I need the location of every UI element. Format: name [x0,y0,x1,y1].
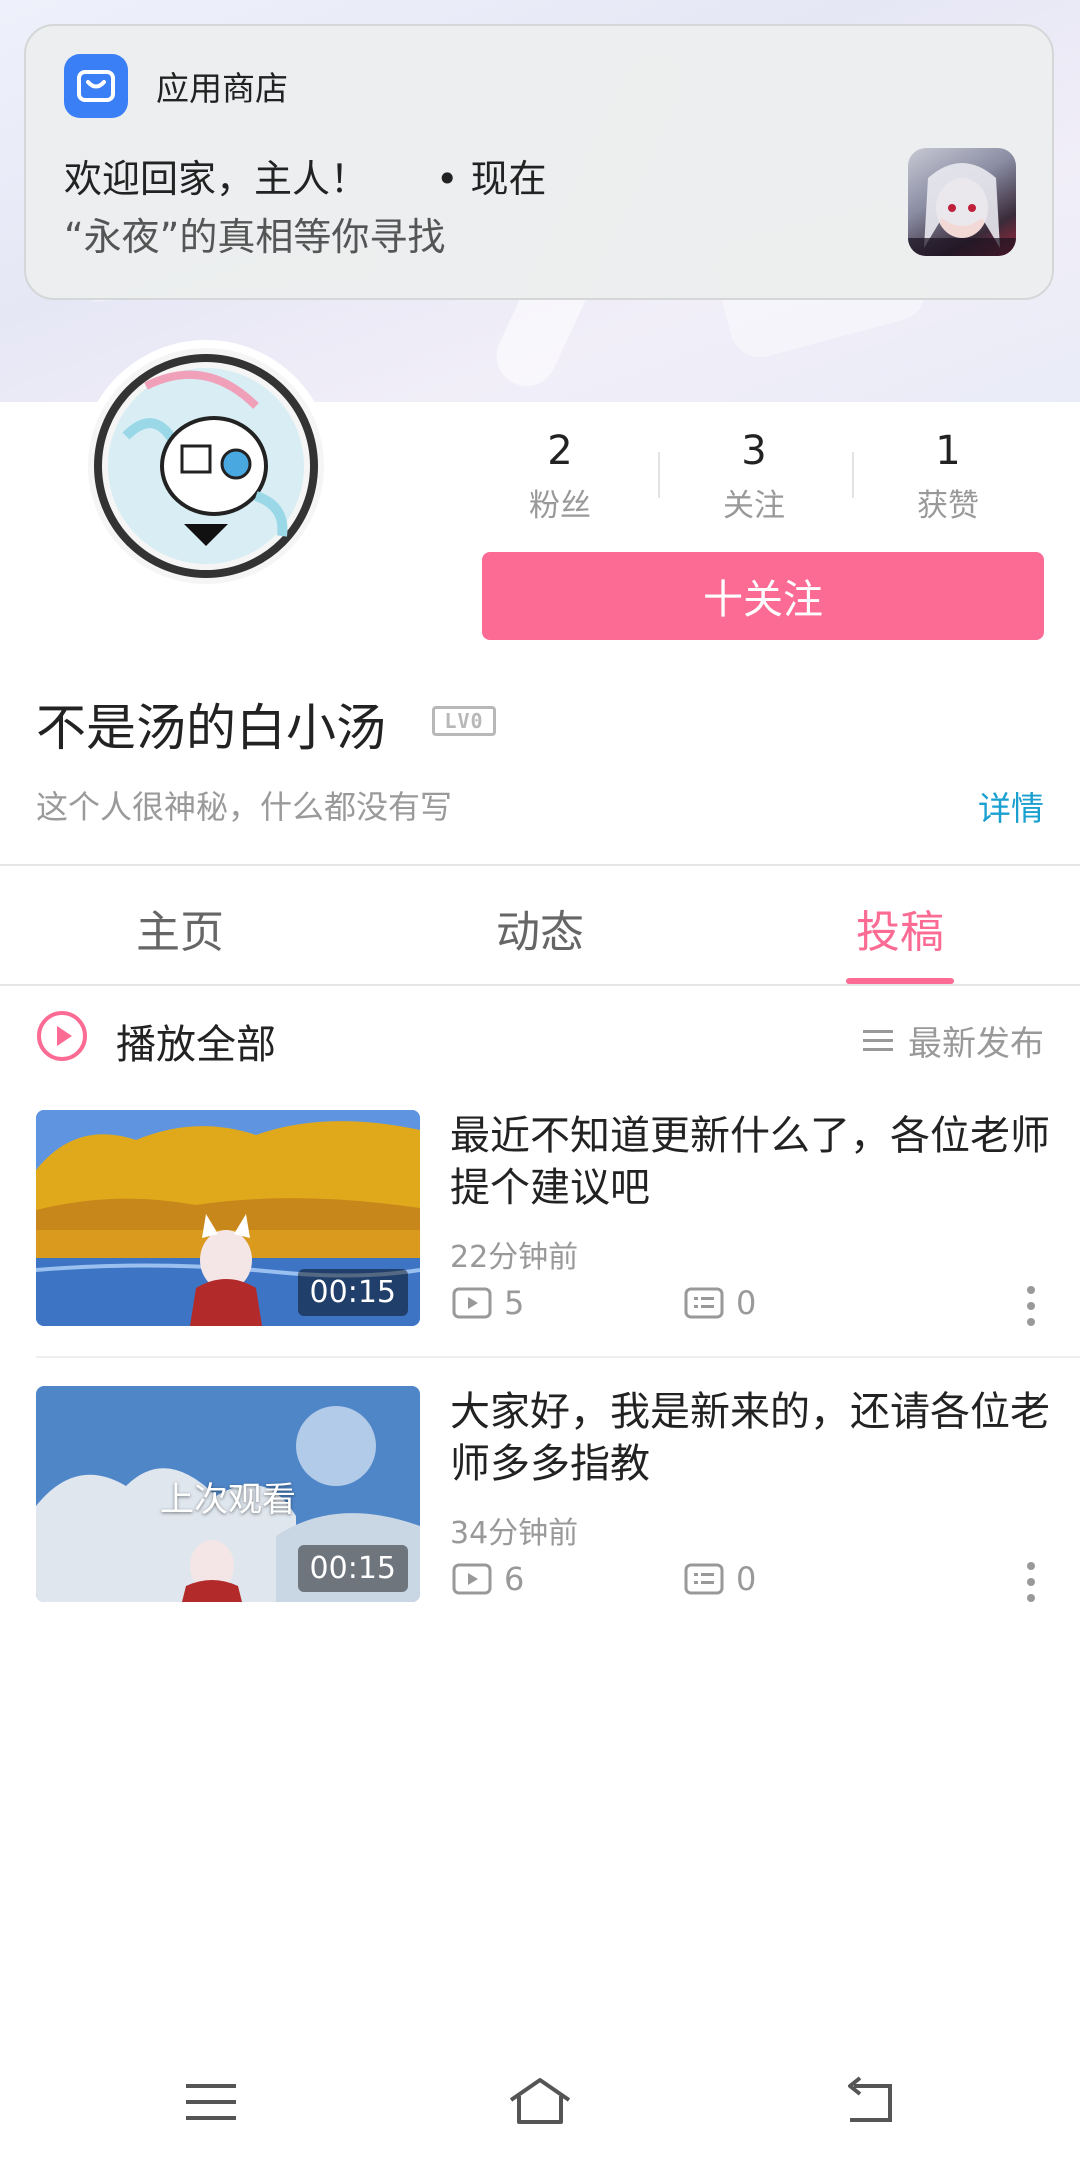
video-plays-count: 6 [504,1560,525,1598]
notification-time: • 现在 [436,157,547,201]
tab-home[interactable]: 主页 [0,896,360,960]
tab-divider [0,984,1080,986]
stat-likes[interactable]: 1 获赞 [868,428,1028,525]
video-comments: 0 [684,1560,756,1598]
video-item[interactable]: 00:15 最近不知道更新什么了，各位老师提个建议吧 22分钟前 5 0 [0,1110,1080,1330]
video-duration: 00:15 [297,1545,408,1592]
video-comments: 0 [684,1284,756,1322]
video-title[interactable]: 大家好，我是新来的，还请各位老师多多指教 [450,1386,1050,1490]
stat-likes-label: 获赞 [917,488,979,524]
menu-icon[interactable] [176,2072,246,2132]
stat-likes-count: 1 [935,428,961,474]
detail-link[interactable]: 详情 [978,782,1044,830]
avatar[interactable] [80,340,332,592]
list-icon [863,1029,893,1051]
play-count-icon [452,1287,492,1319]
video-duration: 00:15 [297,1269,408,1316]
video-thumbnail[interactable]: 00:15 [36,1110,420,1326]
sort-button[interactable]: 最新发布 [862,1016,1044,1065]
app-store-notification[interactable]: 应用商店 欢迎回家，主人！ • 现在 “永夜”的真相等你寻找 [24,24,1054,300]
more-icon[interactable] [1026,1286,1036,1326]
more-icon[interactable] [1026,1562,1036,1602]
last-watched-label: 上次观看 [160,1480,296,1520]
comment-icon [684,1287,724,1319]
bio: 这个人很神秘，什么都没有写 [36,788,453,826]
video-plays: 6 [452,1560,524,1598]
stat-divider [852,452,854,498]
level-badge: LV0 [432,706,496,736]
video-item[interactable]: 上次观看 00:15 大家好，我是新来的，还请各位老师多多指教 34分钟前 6 … [0,1386,1080,1606]
comment-icon [684,1563,724,1595]
video-comments-count: 0 [736,1284,757,1322]
video-comments-count: 0 [736,1560,757,1598]
tab-posts[interactable]: 投稿 [720,896,1080,960]
home-icon[interactable] [505,2072,575,2132]
app-store-icon [64,54,128,118]
stat-followers-label: 粉丝 [529,488,591,524]
play-all-button[interactable]: 播放全部 [116,1012,276,1070]
notification-body: “永夜”的真相等你寻找 [64,215,446,259]
stat-following-count: 3 [741,428,767,474]
stat-followers[interactable]: 2 粉丝 [480,428,640,525]
video-title[interactable]: 最近不知道更新什么了，各位老师提个建议吧 [450,1110,1050,1214]
item-divider [36,1356,1080,1358]
video-time: 34分钟前 [450,1516,579,1551]
follow-button[interactable]: 十关注 [482,552,1044,640]
notification-game-thumbnail [908,148,1016,256]
video-plays-count: 5 [504,1284,525,1322]
stat-divider [658,452,660,498]
video-time: 22分钟前 [450,1240,579,1275]
play-count-icon [452,1563,492,1595]
sort-label: 最新发布 [908,1024,1044,1064]
stat-following[interactable]: 3 关注 [674,428,834,525]
notification-app-name: 应用商店 [156,69,288,108]
stat-following-label: 关注 [723,488,785,524]
notification-title: 欢迎回家，主人！ [64,157,369,201]
video-thumbnail[interactable]: 上次观看 00:15 [36,1386,420,1602]
stat-followers-count: 2 [547,428,573,474]
back-icon[interactable] [834,2072,904,2132]
play-circle-icon[interactable] [36,1010,88,1062]
tab-activity[interactable]: 动态 [360,896,720,960]
username: 不是汤的白小汤 [36,699,386,757]
section-divider [0,864,1080,866]
video-plays: 5 [452,1284,524,1322]
